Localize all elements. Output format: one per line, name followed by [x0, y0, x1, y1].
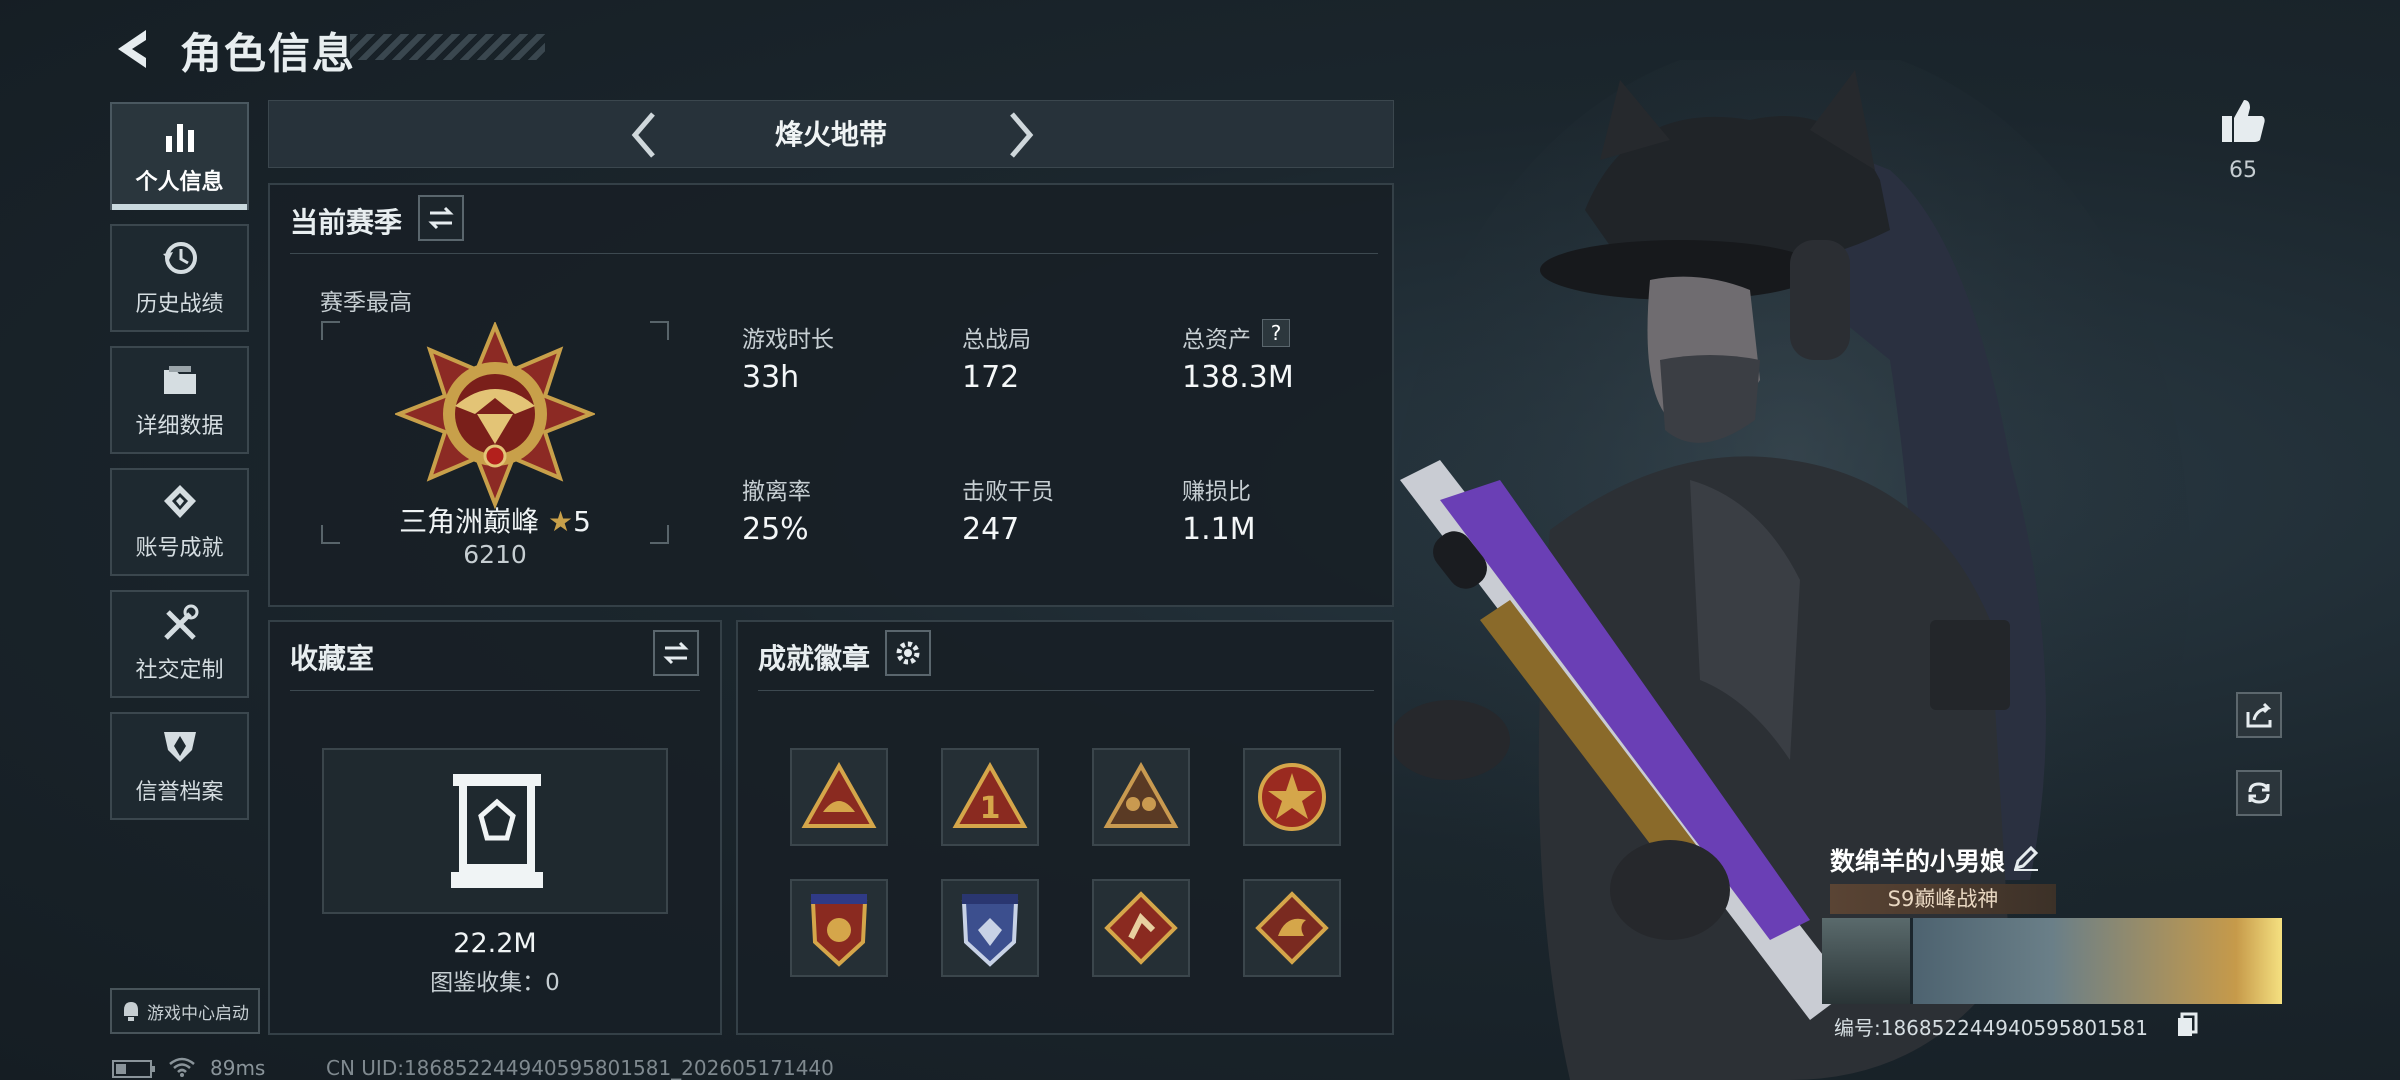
- swap-icon: [663, 641, 689, 665]
- stat-value-playtime: 33h: [742, 360, 800, 395]
- share-button[interactable]: [2236, 692, 2282, 738]
- nav-label: 个人信息: [135, 170, 224, 195]
- badge-settings-button[interactable]: [885, 630, 931, 676]
- dragon-badge-icon: [1255, 891, 1329, 965]
- history-icon: [162, 242, 197, 274]
- rank-name: 三角洲巅峰: [399, 505, 540, 538]
- number-one-badge-icon: 1: [952, 762, 1028, 828]
- game-center-launch-button[interactable]: 游戏中心启动: [110, 988, 260, 1034]
- badge-slot[interactable]: [1243, 748, 1341, 846]
- copy-icon[interactable]: [2176, 1012, 2198, 1038]
- folder-icon: [163, 366, 196, 394]
- divider: [758, 690, 1374, 691]
- badge-slot[interactable]: [1092, 879, 1190, 977]
- triangle-badge-icon: [801, 762, 877, 828]
- nav-label: 历史战绩: [135, 292, 224, 317]
- back-arrow-icon[interactable]: [110, 24, 160, 74]
- nav-label: 账号成就: [135, 536, 224, 561]
- player-id: 编号:1868522449405958015​81: [1834, 1016, 2148, 1040]
- nav-item-reputation[interactable]: 信誉档案: [110, 712, 249, 820]
- shield-star-badge-icon: [810, 894, 868, 967]
- stat-label-profit-ratio: 赚损比: [1182, 479, 1251, 505]
- launch-label: 游戏中心启动: [147, 1003, 249, 1024]
- ping-value: 89ms: [210, 1056, 266, 1080]
- badge-slot[interactable]: [790, 748, 888, 846]
- tools-icon: [163, 604, 198, 640]
- stat-value-extract-rate: 25%: [742, 512, 809, 547]
- nav-label: 社交定制: [135, 658, 224, 683]
- current-season-title: 当前赛季: [290, 206, 403, 239]
- display-case-icon: [451, 774, 543, 888]
- rank-score: 6210: [463, 540, 527, 569]
- nav-label: 详细数据: [135, 414, 224, 439]
- swap-icon: [428, 206, 454, 230]
- collection-swap-button[interactable]: [653, 630, 699, 676]
- achievement-icon: [163, 485, 196, 518]
- badge-slot[interactable]: [941, 879, 1039, 977]
- stat-value-profit-ratio: 1.1M: [1182, 512, 1256, 547]
- stat-value-total-assets: 138.3M: [1182, 360, 1294, 395]
- player-name: 数绵羊的小男娘: [1830, 847, 2006, 876]
- bell-icon: [124, 1002, 138, 1021]
- rank-emblem-icon: [395, 322, 595, 510]
- uid-footer: CN UID:1868522449405958015​81_2026051714…: [326, 1056, 834, 1080]
- star-icon: ★: [547, 505, 574, 538]
- collection-value: 22.2M: [453, 928, 537, 959]
- nav-item-account-achievement[interactable]: 账号成就: [110, 468, 249, 576]
- badge-slot[interactable]: [1243, 879, 1341, 977]
- likes-count: 65: [2229, 158, 2257, 183]
- badge-slot[interactable]: 1: [941, 748, 1039, 846]
- nav-item-history[interactable]: 历史战绩: [110, 224, 249, 332]
- title-decoration: [350, 34, 545, 60]
- stat-label-total-assets: 总资产: [1182, 327, 1251, 353]
- stat-value-total-matches: 172: [962, 360, 1020, 395]
- season-name: 烽火地带: [774, 118, 887, 151]
- rank-stars: 5: [573, 505, 591, 538]
- nav-item-detailed-data[interactable]: 详细数据: [110, 346, 249, 454]
- stat-label-total-matches: 总战局: [962, 327, 1031, 353]
- help-button[interactable]: ?: [1262, 319, 1290, 347]
- badge-slot[interactable]: [1092, 748, 1190, 846]
- nav-label: 信誉档案: [135, 780, 224, 805]
- star-medal-badge-icon: [1258, 763, 1326, 831]
- divider: [290, 253, 1378, 254]
- next-season-arrow-icon[interactable]: [1000, 110, 1040, 160]
- avatar: [1822, 918, 1913, 1004]
- squad-badge-icon: [1103, 762, 1179, 828]
- stat-label-kills: 击败干员: [962, 479, 1054, 505]
- player-name-card-banner: [1822, 918, 2282, 1004]
- battery-icon: [112, 1060, 155, 1078]
- badge-slot[interactable]: [790, 879, 888, 977]
- stat-label-extract-rate: 撤离率: [742, 479, 811, 505]
- rank-line: 三角洲巅峰 ★5: [320, 500, 670, 540]
- player-title-badge: S9巅峰战神: [1830, 884, 2056, 914]
- season-best-label: 赛季最高: [320, 290, 412, 316]
- svg-text:1: 1: [980, 791, 1001, 826]
- badges-title: 成就徽章: [758, 642, 871, 675]
- refresh-icon: [2248, 782, 2270, 804]
- nav-item-personal-info[interactable]: 个人信息: [110, 102, 249, 210]
- collection-display-case: [322, 748, 668, 914]
- shield-icon: [163, 732, 196, 762]
- bar-chart-icon: [165, 124, 194, 152]
- refresh-button[interactable]: [2236, 770, 2282, 816]
- wifi-icon: [169, 1057, 195, 1077]
- nav-item-social-custom[interactable]: 社交定制: [110, 590, 249, 698]
- thumbs-up-icon[interactable]: [2218, 96, 2268, 146]
- stat-label-playtime: 游戏时长: [742, 327, 834, 353]
- collection-title: 收藏室: [290, 642, 375, 675]
- blue-shield-badge-icon: [961, 894, 1019, 967]
- share-icon: [2246, 702, 2272, 728]
- gear-icon: [896, 641, 920, 665]
- divider: [290, 690, 700, 691]
- collection-count: 图鉴收集：0: [430, 970, 560, 996]
- runner-badge-icon: [1104, 891, 1178, 965]
- edit-icon[interactable]: [2012, 844, 2040, 872]
- swap-season-button[interactable]: [418, 195, 464, 241]
- page-title: 角色信息: [180, 29, 357, 78]
- stat-value-kills: 247: [962, 512, 1020, 547]
